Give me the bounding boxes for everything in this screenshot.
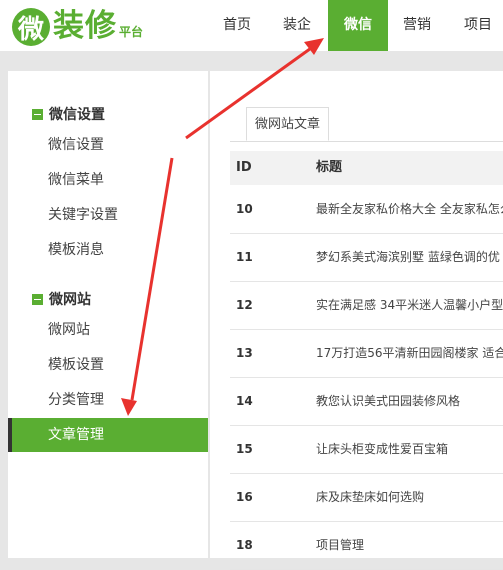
cell-id: 12 [236, 298, 253, 312]
cell-title[interactable]: 最新全友家私价格大全 全友家私怎么 [316, 185, 503, 233]
nav-item-company[interactable]: 装企 [268, 0, 326, 51]
sidebar-item-article-management[interactable]: 文章管理 [8, 418, 208, 452]
collapse-minus-icon[interactable] [32, 108, 43, 120]
logo-suffix: 平台 [119, 25, 144, 39]
sidebar-group-microsite[interactable]: 微网站 [32, 289, 91, 309]
tab-microsite-articles[interactable]: 微网站文章 [246, 107, 330, 141]
table-row[interactable]: 14 教您认识美式田园装修风格 [230, 377, 503, 426]
cell-title[interactable]: 项目管理 [316, 521, 364, 569]
sidebar-item-keyword-settings[interactable]: 关键字设置 [8, 198, 208, 232]
cell-title[interactable]: 17万打造56平清新田园阁楼家 适合 [316, 329, 503, 377]
nav-item-wechat[interactable]: 微信 [328, 0, 388, 51]
sidebar-item-wechat-settings[interactable]: 微信设置 [8, 128, 208, 162]
cell-id: 16 [236, 490, 253, 504]
cell-title[interactable]: 梦幻系美式海滨别墅 蓝绿色调的优 [316, 233, 500, 281]
cell-title[interactable]: 床及床垫床如何选购 [316, 473, 424, 521]
table-row[interactable]: 12 实在满足感 34平米迷人温馨小户型 [230, 281, 503, 330]
column-header-id[interactable]: ID [236, 151, 252, 185]
table-row[interactable]: 10 最新全友家私价格大全 全友家私怎么 [230, 185, 503, 234]
sidebar-item-category-management[interactable]: 分类管理 [8, 383, 208, 417]
cell-id: 13 [236, 346, 253, 360]
sidebar-group-label: 微信设置 [49, 107, 105, 123]
nav-item-projects[interactable]: 项目 [448, 0, 503, 51]
cell-title[interactable]: 让床头柜变成性爱百宝箱 [316, 425, 448, 473]
brand-logo[interactable]: 微 装修 平台 [12, 4, 143, 46]
column-header-title[interactable]: 标题 [316, 151, 342, 185]
table-row[interactable]: 16 床及床垫床如何选购 [230, 473, 503, 522]
nav-item-marketing[interactable]: 营销 [388, 0, 446, 51]
collapse-minus-icon[interactable] [32, 293, 43, 305]
cell-id: 15 [236, 442, 253, 456]
sidebar-group-wechat-settings[interactable]: 微信设置 [32, 104, 105, 124]
cell-title[interactable]: 实在满足感 34平米迷人温馨小户型 [316, 281, 503, 329]
sidebar-item-wechat-menu[interactable]: 微信菜单 [8, 163, 208, 197]
sidebar-item-template-settings[interactable]: 模板设置 [8, 348, 208, 382]
logo-mark: 微 [12, 8, 50, 46]
table-row[interactable]: 15 让床头柜变成性爱百宝箱 [230, 425, 503, 474]
cell-id: 18 [236, 538, 253, 552]
tab-strip: 微网站文章 [230, 101, 503, 142]
table-row[interactable]: 13 17万打造56平清新田园阁楼家 适合 [230, 329, 503, 378]
sidebar-group-label: 微网站 [49, 292, 91, 308]
cell-id: 10 [236, 202, 253, 216]
table-row[interactable]: 18 项目管理 [230, 521, 503, 570]
sidebar-item-microsite[interactable]: 微网站 [8, 313, 208, 347]
sidebar-item-template-messages[interactable]: 模板消息 [8, 233, 208, 267]
cell-title[interactable]: 教您认识美式田园装修风格 [316, 377, 460, 425]
top-navbar: 微 装修 平台 首页 装企 微信 营销 项目 [0, 0, 503, 51]
sidebar: 微信设置 微信设置 微信菜单 关键字设置 模板消息 微网站 微网站 模板设置 分… [8, 71, 208, 558]
nav-item-home[interactable]: 首页 [208, 0, 266, 51]
table-header: ID 标题 [230, 151, 503, 185]
logo-name: 装修 [53, 8, 117, 44]
cell-id: 14 [236, 394, 253, 408]
table-row[interactable]: 11 梦幻系美式海滨别墅 蓝绿色调的优 [230, 233, 503, 282]
main-content: 微网站文章 ID 标题 10 最新全友家私价格大全 全友家私怎么 11 梦幻系美… [210, 71, 503, 570]
cell-id: 11 [236, 250, 253, 264]
